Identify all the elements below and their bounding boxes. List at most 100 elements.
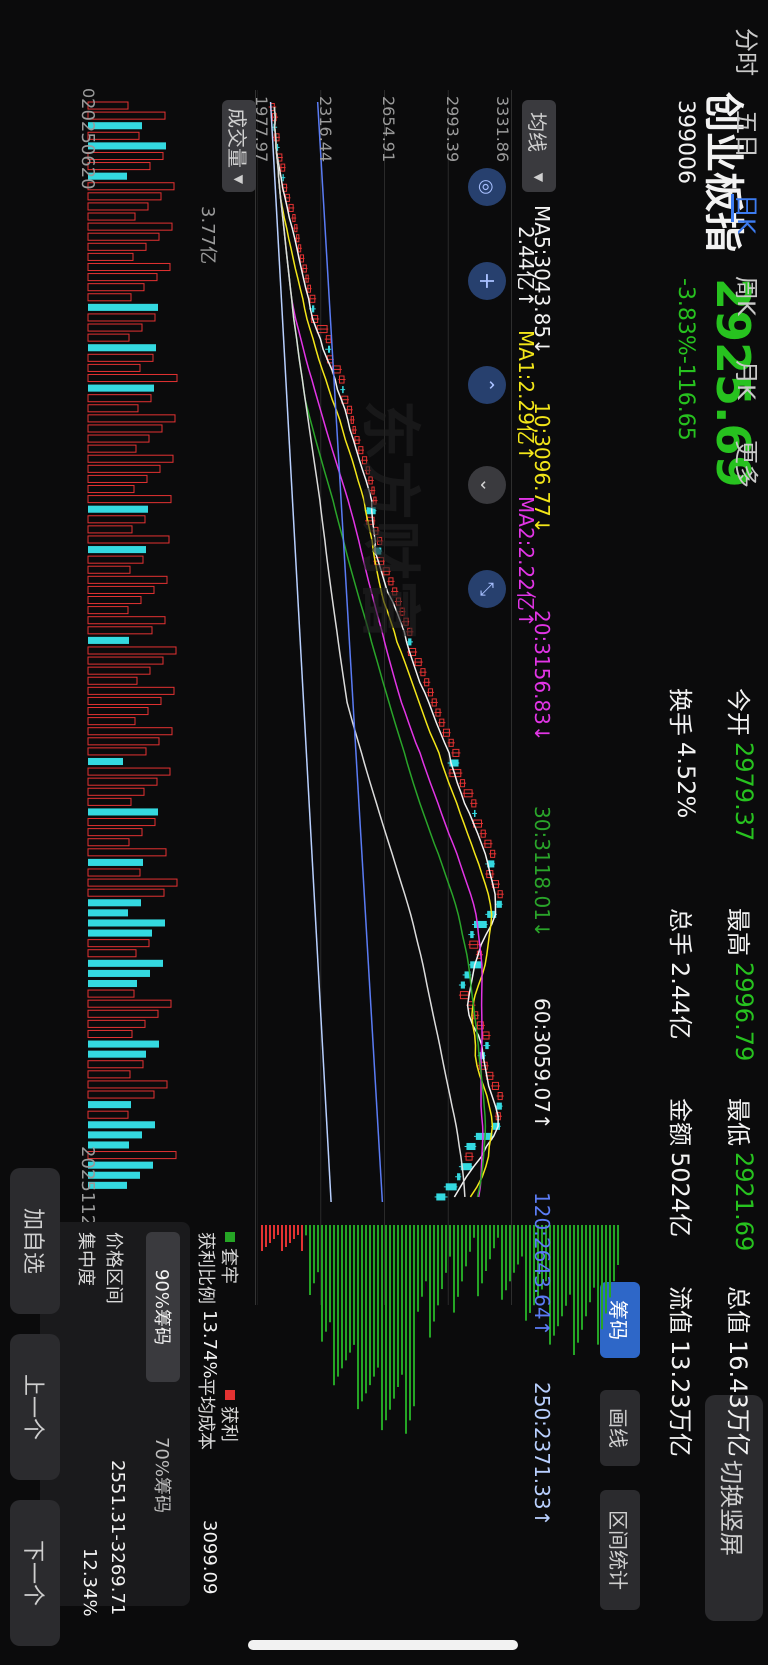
- period-tab[interactable]: 五日: [731, 110, 766, 158]
- landscape-stage: 创业板指 399006 2925.69 -3.83%-116.65 切换竖屏 均…: [0, 0, 768, 1665]
- concentration-value: 12.34%: [79, 1548, 100, 1617]
- index-code: 399006: [673, 100, 698, 184]
- volume-bar: [87, 717, 136, 726]
- profit-ratio-label: 获利比例: [195, 1232, 216, 1304]
- price-range-value: 2551.31-3269.71: [107, 1460, 128, 1616]
- volume-bar: [87, 444, 137, 453]
- volume-bar: [87, 595, 142, 605]
- volume-bar: [87, 838, 130, 847]
- volume-bar: [87, 333, 130, 342]
- volume-bar: [87, 495, 172, 504]
- volume-bar: [88, 1040, 159, 1048]
- volume-bar: [88, 344, 156, 352]
- volume-bar: [88, 636, 129, 644]
- volume-bar: [87, 555, 144, 564]
- candle-body: [460, 981, 465, 989]
- candle-body: [457, 1173, 461, 1181]
- previous-button[interactable]: 上一个: [10, 1334, 60, 1480]
- chip-tab-90[interactable]: 90%筹码: [146, 1232, 180, 1382]
- volume-bar: [87, 727, 173, 736]
- volume-chart[interactable]: [80, 90, 228, 1190]
- period-tab[interactable]: 月K: [731, 360, 766, 400]
- period-tab[interactable]: 日K: [731, 194, 766, 234]
- candle-body: [328, 345, 331, 353]
- volume-bar: [87, 767, 171, 776]
- volume-bar: [87, 656, 164, 665]
- volume-bar: [87, 797, 132, 806]
- volume-legend-item: MA1:2.29亿↑: [514, 330, 538, 462]
- ma-selector[interactable]: 均线 ▼: [522, 100, 556, 192]
- profit-swatch: [225, 1390, 235, 1400]
- stat-label: 流值: [666, 1286, 694, 1334]
- scroll-left-icon[interactable]: ⌃: [468, 366, 506, 404]
- volume-bar: [87, 484, 135, 494]
- volume-bar: [88, 858, 143, 866]
- date-start: 20250620: [77, 98, 98, 190]
- candle-body: [470, 931, 474, 939]
- scroll-right-icon[interactable]: ⌄: [468, 466, 506, 504]
- stat-label: 最低: [724, 1098, 752, 1146]
- volume-bar: [88, 142, 166, 150]
- watermark: 东方财富: [354, 400, 424, 640]
- active-tab-indicator: [731, 194, 734, 222]
- volume-bar: [88, 303, 158, 311]
- price-axis-label: 1977.97: [252, 96, 271, 163]
- stat-value: 2.44亿: [666, 962, 694, 1040]
- stat-value: 2921.69: [730, 1152, 758, 1252]
- period-tab[interactable]: 更多: [731, 440, 766, 488]
- period-tab[interactable]: 周K: [731, 276, 766, 316]
- volume-bar: [88, 929, 152, 937]
- chip-distribution-chart: [261, 1225, 619, 1434]
- ma-line: [273, 106, 484, 1198]
- volume-bar: [88, 899, 141, 907]
- next-button[interactable]: 下一个: [10, 1500, 60, 1646]
- volume-bar: [87, 888, 165, 897]
- fullscreen-icon[interactable]: ◎: [468, 168, 506, 206]
- volume-bar: [87, 939, 150, 948]
- chip-tab-70[interactable]: 70%筹码: [146, 1400, 180, 1550]
- ma-legend-item: 30:3118.01↓: [530, 806, 554, 938]
- shrink-icon[interactable]: ⤡: [468, 570, 506, 608]
- volume-bar: [87, 787, 145, 796]
- volume-bar: [88, 546, 146, 554]
- volume-bar: [87, 464, 161, 473]
- stat-label: 金额: [666, 1098, 694, 1146]
- legend-profit: 获利: [217, 1390, 243, 1442]
- volume-bar: [87, 1029, 133, 1039]
- home-indicator[interactable]: [248, 1640, 518, 1650]
- volume-bar: [87, 1009, 159, 1018]
- volume-bar: [87, 676, 138, 685]
- volume-bar: [87, 777, 158, 786]
- zoom-in-icon[interactable]: +: [468, 262, 506, 300]
- stat-label: 今开: [724, 688, 752, 736]
- volume-bar: [87, 1151, 177, 1160]
- volume-bar: [88, 909, 128, 917]
- volume-bar: [87, 999, 172, 1008]
- volume-bar: [88, 1131, 142, 1139]
- volume-bar: [87, 868, 141, 877]
- volume-bar: [88, 1121, 155, 1129]
- volume-bar: [87, 707, 149, 716]
- volume-bar: [87, 242, 147, 251]
- volume-bar: [87, 848, 167, 857]
- ma-legend-item: 250:2371.33↑: [530, 1382, 554, 1527]
- candle-body: [496, 1102, 502, 1110]
- candle-body: [342, 386, 344, 394]
- period-tab[interactable]: 分时: [731, 28, 766, 76]
- volume-bar: [88, 969, 150, 977]
- volume-bar: [87, 222, 173, 231]
- volume-bar: [87, 373, 178, 383]
- add-watchlist-button[interactable]: 加自选: [10, 1168, 60, 1314]
- volume-bar: [87, 394, 152, 403]
- volume-bar: [87, 1110, 129, 1119]
- ma-legend-item: 60:3059.07↑: [530, 998, 554, 1130]
- stat-value: 2979.37: [730, 742, 758, 842]
- volume-bar: [87, 293, 132, 302]
- volume-bar: [87, 192, 162, 201]
- chevron-down-icon: ▼: [532, 172, 546, 182]
- volume-bar: [87, 666, 151, 675]
- candle-body: [466, 1142, 476, 1151]
- ma-line: [273, 106, 499, 1198]
- volume-bar: [87, 454, 174, 463]
- stat-label: 总手: [666, 908, 694, 956]
